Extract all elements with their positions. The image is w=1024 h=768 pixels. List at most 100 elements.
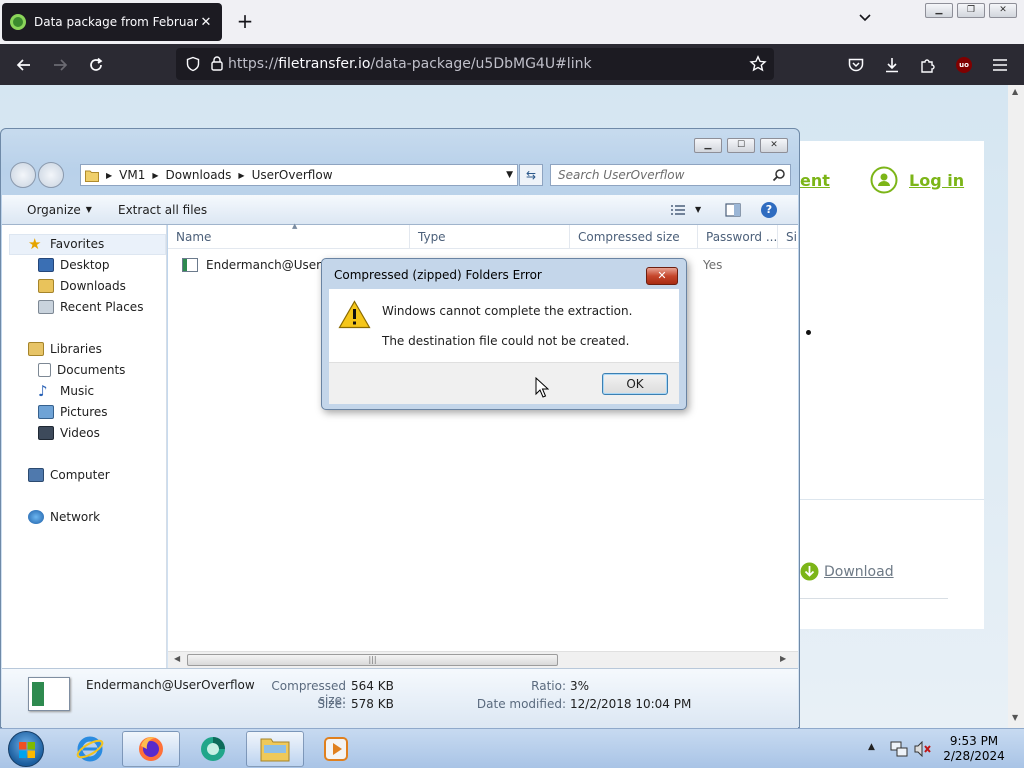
explorer-minimize-button[interactable]: ▁ [694, 138, 722, 153]
ok-button[interactable]: OK [602, 373, 668, 395]
taskbar-internet-explorer[interactable] [61, 731, 119, 767]
hamburger-menu-icon [993, 59, 1007, 71]
reload-button[interactable] [83, 52, 109, 78]
lock-icon[interactable] [210, 55, 224, 72]
breadcrumb-useroverflow[interactable]: UserOverflow [252, 168, 333, 182]
explorer-close-button[interactable]: ✕ [760, 138, 788, 153]
scroll-up-icon[interactable]: ▲ [1012, 87, 1018, 96]
breadcrumb-separator-icon: ▶ [152, 170, 159, 180]
explorer-back-button[interactable] [10, 162, 36, 188]
scroll-down-icon[interactable]: ▼ [1012, 713, 1018, 722]
column-name[interactable]: Name [168, 225, 410, 248]
help-icon[interactable]: ? [761, 201, 777, 218]
show-hidden-icons-button[interactable]: ▲ [868, 742, 875, 752]
explorer-window: ▁ ☐ ✕ ▶ VM1 ▶ Downloads ▶ UserOverflow ▼… [0, 128, 800, 728]
taskbar-app-green[interactable] [184, 731, 242, 767]
address-bar[interactable]: ▶ VM1 ▶ Downloads ▶ UserOverflow ▼ [80, 164, 518, 186]
scroll-left-icon[interactable]: ◀ [174, 654, 180, 663]
close-icon: ✕ [657, 269, 667, 282]
nav-videos[interactable]: Videos [38, 423, 100, 443]
forward-button[interactable] [47, 52, 73, 78]
breadcrumb-vm1[interactable]: VM1 [119, 168, 145, 182]
nav-libraries[interactable]: Libraries [28, 339, 102, 359]
tab-title: Data package from February 28t [34, 15, 198, 29]
browser-tab[interactable]: Data package from February 28t ✕ [2, 3, 222, 41]
extensions-button[interactable] [915, 52, 941, 78]
nav-recent-places[interactable]: Recent Places [38, 297, 143, 317]
nav-network[interactable]: Network [28, 507, 100, 527]
list-all-tabs-button[interactable] [854, 10, 876, 32]
login-link[interactable]: Log in [870, 166, 964, 194]
scrollbar-thumb[interactable]: ||| [187, 654, 558, 666]
column-password[interactable]: Password ... [698, 225, 778, 248]
zip-file-large-icon [28, 677, 70, 711]
back-button[interactable] [11, 52, 37, 78]
details-compressed-value: 564 KB [351, 679, 394, 693]
organize-button[interactable]: Organize ▼ [27, 203, 92, 217]
pocket-button[interactable] [843, 52, 869, 78]
taskbar-firefox[interactable] [122, 731, 180, 767]
breadcrumb-downloads[interactable]: Downloads [166, 168, 232, 182]
app-icon [201, 737, 225, 761]
browser-minimize-button[interactable]: ▁ [925, 3, 953, 18]
tab-close-icon[interactable]: ✕ [198, 15, 214, 30]
volume-muted-icon[interactable] [914, 741, 932, 757]
app-menu-button[interactable] [987, 52, 1013, 78]
scroll-right-icon[interactable]: ▶ [780, 654, 786, 663]
download-icon [886, 58, 898, 73]
bookmark-star-icon[interactable] [749, 55, 767, 73]
extract-all-button[interactable]: Extract all files [118, 203, 207, 217]
ublock-origin-button[interactable]: uo [951, 52, 977, 78]
chevron-down-icon [859, 14, 871, 22]
nav-desktop[interactable]: Desktop [38, 255, 110, 275]
nav-computer[interactable]: Computer [28, 465, 110, 485]
search-input[interactable]: Search UserOverflow [550, 164, 791, 186]
url-bar[interactable]: https://filetransfer.io/data-package/u5D… [176, 48, 774, 80]
explorer-forward-button[interactable] [38, 162, 64, 188]
computer-icon [28, 468, 44, 482]
column-size[interactable]: Si [778, 225, 798, 248]
bullet-dot [806, 330, 811, 335]
system-clock[interactable]: 9:53 PM 2/28/2024 [936, 734, 1012, 764]
nav-pictures[interactable]: Pictures [38, 402, 108, 422]
refresh-button[interactable]: ⇆ [519, 164, 543, 186]
nav-computer-label: Computer [50, 468, 110, 482]
clock-time: 9:53 PM [949, 734, 999, 748]
music-icon: ♪ [38, 382, 48, 400]
zip-file-icon [182, 258, 198, 272]
horizontal-scrollbar[interactable]: ◀ ||| ▶ [168, 651, 798, 668]
shield-icon[interactable] [185, 56, 201, 72]
nav-downloads[interactable]: Downloads [38, 276, 126, 296]
search-icon[interactable] [772, 168, 786, 182]
desktop-icon [38, 258, 54, 272]
dialog-close-button[interactable]: ✕ [646, 267, 678, 285]
column-compressed-size[interactable]: Compressed size [570, 225, 698, 248]
nav-music[interactable]: ♪ Music [38, 381, 94, 401]
browser-close-button[interactable]: ✕ [989, 3, 1017, 18]
nav-desktop-label: Desktop [60, 258, 110, 272]
url-domain: filetransfer.io [278, 56, 371, 72]
nav-favorites-label: Favorites [50, 237, 105, 251]
nav-pictures-label: Pictures [60, 405, 108, 419]
nav-documents[interactable]: Documents [38, 360, 125, 380]
download-card: Download [798, 499, 984, 629]
column-type[interactable]: Type [410, 225, 570, 248]
nav-favorites[interactable]: ★ Favorites [28, 234, 104, 254]
page-scrollbar[interactable]: ▲ ▼ [1008, 85, 1024, 728]
network-tray-icon[interactable] [890, 741, 908, 757]
details-size-label: Size: [317, 697, 346, 711]
downloads-button[interactable] [879, 52, 905, 78]
download-link[interactable]: Download [800, 562, 894, 581]
new-tab-button[interactable]: + [234, 10, 256, 32]
preview-pane-icon[interactable] [725, 202, 741, 217]
view-options-button[interactable]: ▼ [670, 204, 701, 216]
explorer-maximize-button[interactable]: ☐ [727, 138, 755, 153]
browser-restore-button[interactable]: ❐ [957, 3, 985, 18]
taskbar-media-player[interactable] [307, 731, 365, 767]
network-icon [28, 510, 44, 524]
address-dropdown-icon[interactable]: ▼ [506, 170, 513, 180]
start-button[interactable] [8, 731, 44, 767]
chevron-down-icon: ▼ [85, 205, 92, 214]
page-partial-link[interactable]: ent [800, 171, 830, 190]
taskbar-explorer[interactable] [246, 731, 304, 767]
